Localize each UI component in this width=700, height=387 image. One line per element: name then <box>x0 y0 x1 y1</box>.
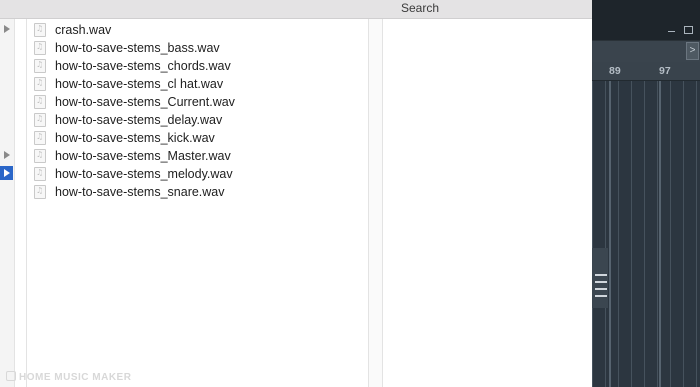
column-divider[interactable] <box>26 19 27 387</box>
scroll-right-button[interactable]: > <box>686 42 699 60</box>
file-item[interactable]: how-to-save-stems_bass.wav <box>34 39 235 57</box>
file-item[interactable]: how-to-save-stems_Current.wav <box>34 93 235 111</box>
track-control[interactable] <box>592 248 608 308</box>
title-bar: Search <box>0 0 592 19</box>
daw-toolbar <box>592 40 700 63</box>
menu-line <box>595 281 607 283</box>
audio-file-icon <box>34 95 46 109</box>
file-list: crash.wav how-to-save-stems_bass.wav how… <box>34 21 235 201</box>
column-divider[interactable] <box>368 19 369 387</box>
file-name: how-to-save-stems_chords.wav <box>55 59 231 73</box>
file-name: how-to-save-stems_bass.wav <box>55 41 220 55</box>
playlist-grid[interactable] <box>592 81 700 387</box>
audio-file-icon <box>34 113 46 127</box>
file-item[interactable]: how-to-save-stems_chords.wav <box>34 57 235 75</box>
file-name: how-to-save-stems_kick.wav <box>55 131 215 145</box>
disclosure-gutter <box>0 19 15 387</box>
maximize-icon[interactable] <box>684 26 693 34</box>
file-name: how-to-save-stems_snare.wav <box>55 185 225 199</box>
file-item[interactable]: how-to-save-stems_melody.wav <box>34 165 235 183</box>
bar-line <box>609 81 611 387</box>
audio-file-icon <box>34 77 46 91</box>
watermark-text: HOME MUSIC MAKER <box>19 372 132 383</box>
menu-line <box>595 288 607 290</box>
file-name: how-to-save-stems_Master.wav <box>55 149 231 163</box>
window-title: Search <box>400 1 440 15</box>
audio-file-icon <box>34 167 46 181</box>
file-item[interactable]: how-to-save-stems_delay.wav <box>34 111 235 129</box>
file-item[interactable]: how-to-save-stems_kick.wav <box>34 129 235 147</box>
audio-file-icon <box>34 149 46 163</box>
menu-line <box>595 295 607 297</box>
ruler-bar-number: 97 <box>659 65 671 77</box>
play-triangle-icon <box>4 169 10 177</box>
file-name: crash.wav <box>55 23 112 37</box>
audio-file-icon <box>34 185 46 199</box>
file-name: how-to-save-stems_delay.wav <box>55 113 223 127</box>
file-name: how-to-save-stems_cl hat.wav <box>55 77 224 91</box>
audio-file-icon <box>34 59 46 73</box>
menu-line <box>595 274 607 276</box>
file-item[interactable]: how-to-save-stems_cl hat.wav <box>34 75 235 93</box>
watermark-logo-icon <box>6 371 16 381</box>
file-item[interactable]: how-to-save-stems_snare.wav <box>34 183 235 201</box>
column-divider[interactable] <box>382 19 383 387</box>
daw-playlist-panel: > 89 97 <box>592 0 700 387</box>
audio-file-icon <box>34 131 46 145</box>
ruler-bar-number: 89 <box>609 65 621 77</box>
timeline-ruler[interactable]: 89 97 <box>592 62 700 81</box>
file-item[interactable]: crash.wav <box>34 21 235 39</box>
file-name: how-to-save-stems_melody.wav <box>55 167 233 181</box>
file-name: how-to-save-stems_Current.wav <box>55 95 235 109</box>
minimize-icon[interactable] <box>668 31 675 32</box>
audio-file-icon <box>34 41 46 55</box>
audio-file-icon <box>34 23 46 37</box>
disclosure-triangle-icon[interactable] <box>4 25 10 33</box>
watermark: HOME MUSIC MAKER <box>6 371 131 383</box>
finder-window: Search crash.wav how-to-save-stems_bass.… <box>0 0 592 387</box>
file-item[interactable]: how-to-save-stems_Master.wav <box>34 147 235 165</box>
selected-row-marker[interactable] <box>0 166 13 180</box>
column-resize-strip[interactable] <box>369 19 382 387</box>
disclosure-triangle-icon[interactable] <box>4 151 10 159</box>
bar-line <box>659 81 661 387</box>
